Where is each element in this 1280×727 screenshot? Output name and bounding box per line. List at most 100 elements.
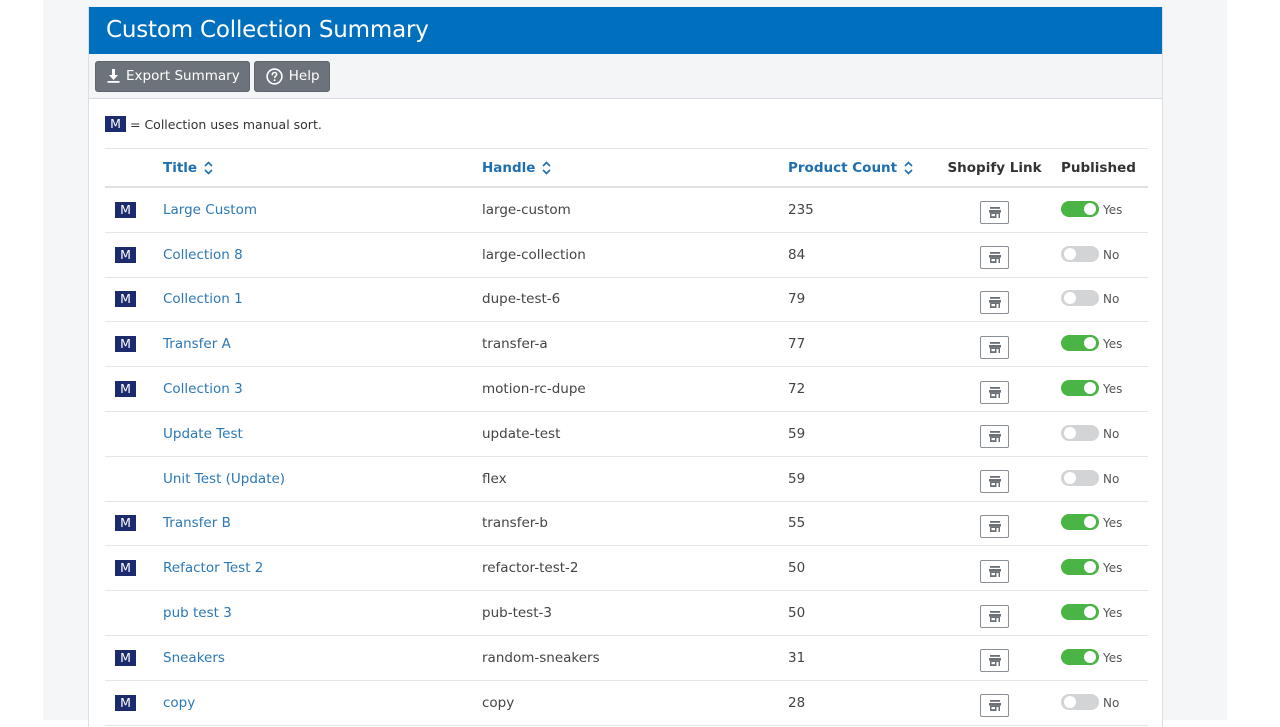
collection-title-link[interactable]: Transfer A (163, 336, 231, 352)
table-row: M Refactor Test 2 refactor-test-2 50 Yes (105, 546, 1148, 592)
store-icon (988, 296, 1001, 308)
product-count-column-label: Product Count (788, 159, 898, 176)
toggle-knob (1084, 202, 1096, 215)
product-count: 77 (788, 336, 806, 353)
product-count: 79 (788, 291, 806, 308)
toggle-knob (1064, 292, 1076, 305)
collection-summary-card: Custom Collection Summary Export Summary… (88, 7, 1163, 727)
export-summary-button[interactable]: Export Summary (95, 60, 250, 92)
product-count: 84 (788, 246, 806, 263)
shopify-link-button[interactable] (980, 559, 1009, 583)
collection-handle: flex (482, 470, 507, 487)
manual-sort-badge: M (115, 515, 136, 532)
store-icon (988, 610, 1001, 622)
manual-sort-badge: M (115, 649, 136, 666)
collection-handle: pub-test-3 (482, 605, 552, 622)
collection-title-link[interactable]: Collection 1 (163, 291, 243, 307)
shopify-link-button[interactable] (980, 470, 1009, 494)
table-row: M Collection 1 dupe-test-6 79 No (105, 278, 1148, 323)
collection-handle: large-collection (482, 246, 586, 263)
shopify-link-button[interactable] (980, 246, 1009, 270)
collection-title-link[interactable]: Large Custom (163, 202, 257, 218)
collection-title-link[interactable]: pub test 3 (163, 605, 232, 621)
collections-table: Title Handle Product Count Shopify Link … (105, 148, 1148, 726)
shopify-link-button[interactable] (980, 649, 1009, 673)
shopify-link-column-header: Shopify Link (947, 159, 1042, 176)
collection-title-link[interactable]: Collection 3 (163, 381, 243, 397)
published-toggle[interactable] (1061, 245, 1099, 262)
table-header: Title Handle Product Count Shopify Link … (105, 148, 1148, 188)
published-status: No (1103, 247, 1120, 262)
published-status: Yes (1103, 382, 1123, 397)
published-status: No (1103, 471, 1120, 486)
help-label: Help (288, 68, 320, 84)
title-column-label: Title (163, 159, 198, 176)
store-icon (988, 520, 1001, 532)
collection-title-link[interactable]: Collection 8 (163, 247, 243, 263)
store-icon (988, 431, 1001, 443)
sort-by-handle[interactable]: Handle (482, 160, 788, 176)
published-toggle[interactable] (1061, 335, 1099, 352)
sort-by-product-count[interactable]: Product Count (788, 160, 936, 176)
sort-by-title[interactable]: Title (163, 160, 482, 176)
question-circle-icon (266, 67, 283, 85)
table-row: Update Test update-test 59 No (105, 412, 1148, 457)
collection-handle: transfer-a (482, 336, 548, 353)
collection-title-link[interactable]: Update Test (163, 426, 243, 442)
published-status: Yes (1103, 606, 1123, 621)
product-count: 59 (788, 425, 806, 442)
collection-handle: refactor-test-2 (482, 560, 579, 577)
published-toggle[interactable] (1061, 559, 1099, 576)
shopify-link-button[interactable] (980, 380, 1009, 404)
published-toggle[interactable] (1061, 648, 1099, 665)
table-row: M Collection 3 motion-rc-dupe 72 Yes (105, 367, 1148, 412)
shopify-link-button[interactable] (980, 335, 1009, 359)
collection-title-link[interactable]: Sneakers (163, 650, 225, 666)
published-toggle[interactable] (1061, 424, 1099, 441)
published-status: No (1103, 426, 1120, 441)
manual-sort-badge: M (115, 694, 136, 711)
product-count: 50 (788, 605, 806, 622)
published-toggle[interactable] (1061, 380, 1099, 397)
collection-title-link[interactable]: copy (163, 695, 195, 711)
table-row: M Sneakers random-sneakers 31 Yes (105, 636, 1148, 681)
toggle-knob (1084, 516, 1096, 529)
collection-title-link[interactable]: Refactor Test 2 (163, 560, 263, 576)
published-toggle[interactable] (1061, 514, 1099, 531)
shopify-link-button[interactable] (980, 514, 1009, 538)
published-status: Yes (1103, 337, 1123, 352)
published-toggle[interactable] (1061, 469, 1099, 486)
shopify-link-button[interactable] (980, 694, 1009, 718)
shopify-link-button[interactable] (980, 604, 1009, 628)
manual-sort-legend: M = Collection uses manual sort. (105, 116, 322, 132)
collection-title-link[interactable]: Transfer B (163, 515, 231, 531)
table-body: M Large Custom large-custom 235 Yes M Co… (105, 188, 1148, 726)
product-count: 28 (788, 694, 806, 711)
toggle-knob (1064, 426, 1076, 439)
manual-sort-badge: M (115, 381, 136, 398)
published-toggle[interactable] (1061, 200, 1099, 217)
published-toggle[interactable] (1061, 604, 1099, 621)
collection-title-link[interactable]: Unit Test (Update) (163, 471, 285, 487)
table-row: Unit Test (Update) flex 59 No (105, 457, 1148, 502)
collection-handle: copy (482, 694, 515, 711)
product-count: 59 (788, 470, 806, 487)
published-toggle[interactable] (1061, 290, 1099, 307)
toolbar: Export Summary Help (89, 54, 1162, 99)
shopify-link-button[interactable] (980, 201, 1009, 225)
toggle-knob (1064, 471, 1076, 484)
shopify-link-button[interactable] (980, 290, 1009, 314)
collection-handle: large-custom (482, 201, 571, 218)
shopify-link-button[interactable] (980, 425, 1009, 449)
manual-sort-badge: M (115, 291, 136, 308)
help-button[interactable]: Help (253, 60, 330, 92)
published-column-header: Published (1061, 159, 1136, 176)
published-status: Yes (1103, 561, 1123, 576)
product-count: 50 (788, 560, 806, 577)
published-status: No (1103, 695, 1120, 710)
published-toggle[interactable] (1061, 693, 1099, 710)
legend-text: = Collection uses manual sort. (130, 116, 322, 132)
store-icon (988, 476, 1001, 488)
published-status: Yes (1103, 202, 1123, 217)
store-icon (988, 565, 1001, 577)
